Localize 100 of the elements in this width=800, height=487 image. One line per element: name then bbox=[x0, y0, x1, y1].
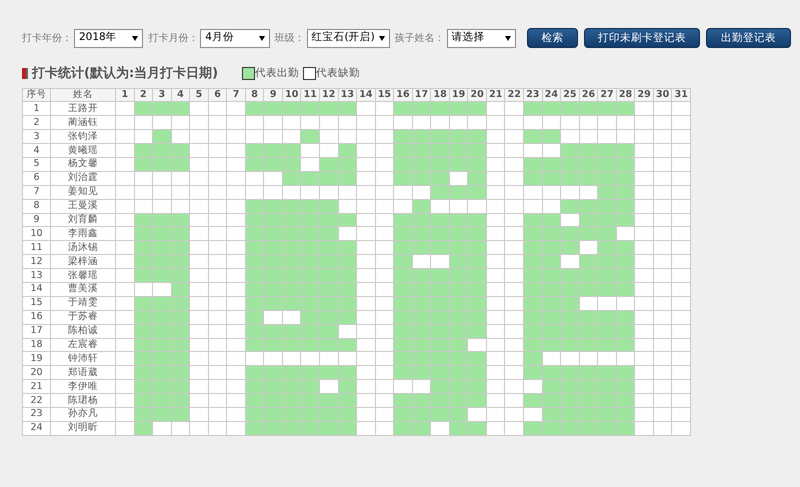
student-name: 钟沛轩 bbox=[50, 352, 116, 366]
filter-label: 孩子姓名： bbox=[394, 32, 445, 46]
column-header: 27 bbox=[598, 88, 616, 102]
section-title: 打卡统计(默认为:当月打卡日期) bbox=[32, 64, 218, 83]
row-number: 9 bbox=[22, 213, 50, 227]
student-name: 李雨鑫 bbox=[50, 226, 116, 241]
row-number: 19 bbox=[22, 352, 50, 366]
row-number: 2 bbox=[22, 116, 50, 130]
row-number: 21 bbox=[22, 380, 50, 394]
title-marker-icon bbox=[22, 68, 28, 80]
row-number: 5 bbox=[22, 157, 50, 172]
row-number: 8 bbox=[22, 199, 50, 214]
column-header: 5 bbox=[190, 88, 208, 102]
action-button[interactable]: 检索 bbox=[527, 28, 578, 48]
student-name: 张馨瑶 bbox=[50, 268, 116, 282]
student-name: 黄曦瑶 bbox=[50, 144, 116, 158]
column-header: 22 bbox=[504, 88, 524, 102]
caret-icon bbox=[505, 36, 511, 40]
column-header: 8 bbox=[245, 88, 264, 102]
student-name: 陈柏诚 bbox=[50, 324, 116, 338]
row-number: 22 bbox=[22, 394, 50, 408]
column-header: 25 bbox=[560, 88, 580, 102]
column-header: 11 bbox=[300, 88, 320, 102]
column-header: 4 bbox=[171, 88, 190, 102]
filter-label: 打卡月份： bbox=[148, 32, 198, 46]
student-name: 郑语葳 bbox=[50, 366, 116, 380]
student-name: 孙亦凡 bbox=[50, 407, 116, 422]
row-number: 20 bbox=[22, 366, 50, 380]
student-name: 李伊唯 bbox=[50, 380, 116, 394]
dropdown-select[interactable]: 红宝石(开启) bbox=[306, 28, 390, 48]
column-header: 9 bbox=[264, 88, 282, 102]
row-number: 17 bbox=[22, 324, 50, 338]
row-number: 15 bbox=[22, 296, 50, 310]
row-number: 10 bbox=[22, 226, 50, 241]
caret-icon bbox=[378, 36, 385, 40]
student-name: 曹美溪 bbox=[50, 282, 116, 296]
column-header: 13 bbox=[338, 88, 357, 102]
dropdown-select[interactable]: 2018年 bbox=[74, 28, 144, 48]
row-number: 12 bbox=[22, 254, 50, 269]
column-header: 29 bbox=[634, 88, 654, 102]
column-header: 31 bbox=[672, 88, 690, 102]
row-number: 24 bbox=[22, 421, 50, 436]
row-number: 3 bbox=[22, 130, 50, 144]
row-number: 1 bbox=[22, 102, 50, 116]
row-number: 4 bbox=[22, 144, 50, 158]
student-name: 王路开 bbox=[50, 102, 116, 116]
column-header: 20 bbox=[468, 88, 486, 102]
column-header: 序号 bbox=[22, 88, 50, 102]
column-header: 24 bbox=[542, 88, 561, 102]
row-number: 11 bbox=[22, 240, 50, 255]
legend-label: 代表出勤 bbox=[255, 66, 300, 81]
column-header: 6 bbox=[208, 88, 227, 102]
student-name: 梁梓涵 bbox=[50, 254, 116, 269]
row-number: 23 bbox=[22, 407, 50, 422]
column-header: 16 bbox=[394, 88, 412, 102]
column-header: 15 bbox=[375, 88, 394, 102]
student-name: 王曼溪 bbox=[50, 199, 116, 214]
dropdown-select[interactable]: 请选择 bbox=[446, 28, 516, 48]
column-header: 23 bbox=[524, 88, 542, 102]
row-number: 16 bbox=[22, 310, 50, 324]
column-header: 2 bbox=[134, 88, 153, 102]
student-name: 刘育麟 bbox=[50, 213, 116, 227]
column-header: 21 bbox=[486, 88, 505, 102]
column-header: 28 bbox=[616, 88, 635, 102]
column-header: 7 bbox=[226, 88, 246, 102]
column-header: 姓名 bbox=[50, 88, 116, 102]
column-header: 1 bbox=[116, 88, 134, 102]
column-header: 12 bbox=[320, 88, 338, 102]
student-name: 张钧泽 bbox=[50, 130, 116, 144]
student-name: 左宸睿 bbox=[50, 338, 116, 352]
action-button[interactable]: 打印未刷卡登记表 bbox=[584, 28, 700, 48]
student-name: 姜知见 bbox=[50, 185, 116, 200]
row-number: 14 bbox=[22, 282, 50, 296]
column-header: 26 bbox=[579, 88, 598, 102]
filter-label: 班级： bbox=[274, 32, 305, 46]
legend-label: 代表缺勤 bbox=[316, 66, 360, 81]
column-header: 3 bbox=[152, 88, 172, 102]
column-header: 30 bbox=[653, 88, 672, 102]
row-number: 6 bbox=[22, 171, 50, 186]
student-name: 汤沐锡 bbox=[50, 240, 116, 255]
row-number: 7 bbox=[22, 185, 50, 200]
caret-icon bbox=[258, 36, 265, 40]
row-number: 13 bbox=[22, 268, 50, 282]
student-name: 于靖雯 bbox=[50, 296, 116, 310]
column-header: 10 bbox=[282, 88, 301, 102]
row-number: 18 bbox=[22, 338, 50, 352]
student-name: 刘明昕 bbox=[50, 421, 116, 436]
action-button[interactable]: 出勤登记表 bbox=[706, 28, 791, 48]
column-header: 19 bbox=[449, 88, 468, 102]
student-name: 陈珺杨 bbox=[50, 394, 116, 408]
column-header: 17 bbox=[412, 88, 431, 102]
student-name: 蔺涵钰 bbox=[50, 116, 116, 130]
column-header: 18 bbox=[430, 88, 450, 102]
student-name: 刘治霆 bbox=[50, 171, 116, 186]
column-header: 14 bbox=[356, 88, 376, 102]
dropdown-select[interactable]: 4月份 bbox=[200, 28, 270, 48]
student-name: 于苏睿 bbox=[50, 310, 116, 324]
filter-label: 打卡年份： bbox=[22, 32, 72, 46]
caret-icon bbox=[132, 36, 138, 40]
student-name: 杨文馨 bbox=[50, 157, 116, 172]
